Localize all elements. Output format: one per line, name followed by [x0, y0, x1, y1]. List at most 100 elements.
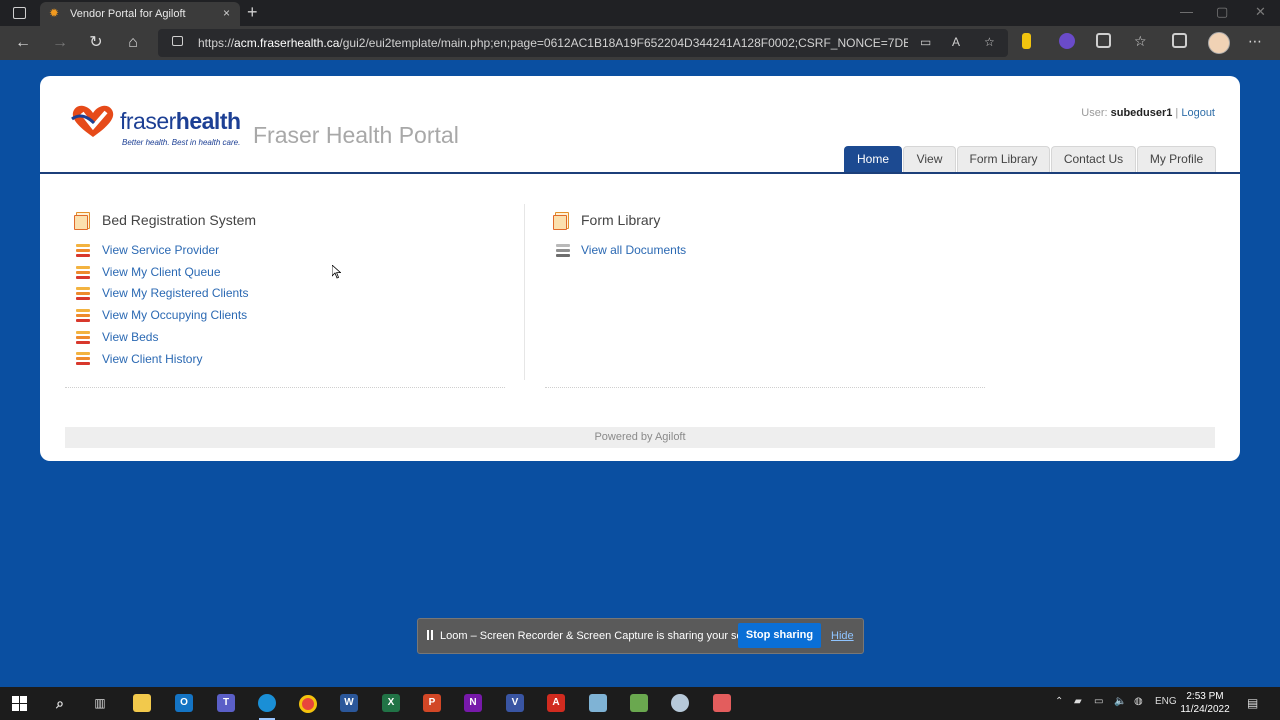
windows-start-icon[interactable]: [12, 696, 28, 712]
search-icon[interactable]: ⌕: [51, 694, 69, 712]
column-separator: [524, 204, 525, 380]
more-menu-icon[interactable]: ⋯: [1248, 33, 1262, 50]
documents-icon: [74, 212, 90, 230]
tab-title: Vendor Portal for Agiloft: [70, 8, 186, 20]
agiloft-favicon-icon: ✹: [49, 6, 60, 20]
forward-icon[interactable]: →: [49, 32, 71, 54]
notifications-icon[interactable]: ▤: [1247, 696, 1258, 710]
back-icon[interactable]: ←: [12, 32, 34, 54]
database-icon: [76, 244, 90, 257]
tray-app-icon[interactable]: ▰: [1074, 696, 1082, 707]
favorite-add-icon[interactable]: ☆: [984, 35, 995, 49]
tab-contact-us[interactable]: Contact Us: [1051, 146, 1136, 172]
network-icon[interactable]: ◍: [1134, 696, 1143, 707]
show-hidden-icons-icon[interactable]: ⌃: [1055, 696, 1063, 707]
database-icon: [76, 309, 90, 322]
user-separator: |: [1175, 107, 1179, 119]
task-view-icon[interactable]: ▥: [91, 694, 109, 712]
loom-sharing-bar: Loom – Screen Recorder & Screen Capture …: [417, 618, 864, 654]
browser-titlebar: ✹ Vendor Portal for Agiloft × + — ▢ ✕: [0, 0, 1280, 26]
close-window-icon[interactable]: ✕: [1255, 4, 1266, 20]
database-icon: [76, 352, 90, 365]
clock[interactable]: 2:53 PM 11/24/2022: [1180, 690, 1230, 716]
username: subeduser1: [1110, 107, 1173, 119]
user-label: User:: [1081, 107, 1108, 119]
teams-icon[interactable]: T: [217, 694, 235, 712]
language-indicator[interactable]: ENG: [1155, 696, 1177, 707]
view-client-history-link[interactable]: View Client History: [102, 352, 202, 366]
collections-icon[interactable]: [1172, 33, 1187, 48]
battery-icon[interactable]: ▭: [1094, 696, 1103, 707]
app-icon[interactable]: [671, 694, 689, 712]
address-bar[interactable]: https://acm.fraserhealth.ca/gui2/eui2tem…: [158, 29, 1008, 57]
browser-toolbar: ← → ↻ ⌂ https://acm.fraserhealth.ca/gui2…: [0, 26, 1280, 60]
view-registered-clients-link[interactable]: View My Registered Clients: [102, 286, 249, 300]
close-tab-icon[interactable]: ×: [223, 6, 230, 20]
database-icon: [76, 287, 90, 300]
form-library-heading: Form Library: [581, 212, 661, 228]
onenote-icon[interactable]: N: [464, 694, 482, 712]
time: 2:53 PM: [1186, 691, 1224, 702]
chrome-icon[interactable]: [299, 695, 317, 713]
section-divider: [545, 387, 985, 388]
notepad-icon[interactable]: [630, 694, 648, 712]
minimize-icon[interactable]: —: [1180, 4, 1193, 19]
word-icon[interactable]: W: [340, 694, 358, 712]
tab-home[interactable]: Home: [844, 146, 902, 172]
maximize-icon[interactable]: ▢: [1216, 4, 1228, 20]
extension-yellow-icon[interactable]: [1022, 33, 1031, 49]
outlook-icon[interactable]: O: [175, 694, 193, 712]
file-explorer-icon[interactable]: [133, 694, 151, 712]
favorites-icon[interactable]: ☆: [1134, 33, 1150, 49]
tab-actions-icon[interactable]: [13, 7, 26, 19]
view-occupying-clients-link[interactable]: View My Occupying Clients: [102, 308, 247, 322]
logout-link[interactable]: Logout: [1181, 107, 1215, 119]
acrobat-icon[interactable]: A: [547, 694, 565, 712]
pause-icon[interactable]: [427, 630, 433, 640]
footer-powered-by: Powered by Agiloft: [65, 427, 1215, 448]
edge-icon[interactable]: [258, 694, 276, 712]
loom-message: Loom – Screen Recorder & Screen Capture …: [440, 630, 768, 642]
tab-my-profile[interactable]: My Profile: [1137, 146, 1216, 172]
excel-icon[interactable]: X: [382, 694, 400, 712]
tab-view[interactable]: View: [903, 146, 956, 172]
database-icon: [76, 331, 90, 344]
snip-tool-icon[interactable]: [713, 694, 731, 712]
section-divider: [65, 387, 505, 388]
url-text[interactable]: https://acm.fraserhealth.ca/gui2/eui2tem…: [198, 36, 908, 50]
camera-icon[interactable]: ▭: [920, 35, 931, 49]
volume-icon[interactable]: 🔈: [1114, 696, 1126, 707]
database-grey-icon: [556, 244, 570, 257]
extensions-icon[interactable]: [1096, 33, 1111, 48]
stop-sharing-button[interactable]: Stop sharing: [738, 623, 821, 648]
extension-loom-icon[interactable]: [1059, 33, 1075, 49]
logo-tagline: Better health. Best in health care.: [122, 138, 241, 147]
refresh-icon[interactable]: ↻: [85, 32, 107, 54]
app-icon[interactable]: [589, 694, 607, 712]
portal-title: Fraser Health Portal: [253, 122, 459, 148]
read-aloud-icon[interactable]: A: [952, 35, 960, 49]
documents-icon: [553, 212, 569, 230]
powerpoint-icon[interactable]: P: [423, 694, 441, 712]
hide-link[interactable]: Hide: [831, 630, 854, 642]
visio-icon[interactable]: V: [506, 694, 524, 712]
lock-icon[interactable]: [172, 36, 183, 46]
user-bar: User: subeduser1 | Logout: [1081, 107, 1215, 119]
new-tab-icon[interactable]: +: [247, 2, 258, 23]
view-client-queue-link[interactable]: View My Client Queue: [102, 265, 221, 279]
view-all-documents-link[interactable]: View all Documents: [581, 243, 686, 257]
database-icon: [76, 266, 90, 279]
view-service-provider-link[interactable]: View Service Provider: [102, 243, 219, 257]
browser-tab[interactable]: ✹ Vendor Portal for Agiloft ×: [40, 2, 240, 26]
profile-avatar[interactable]: [1208, 32, 1230, 54]
portal-card: fraserhealth Better health. Best in heal…: [40, 76, 1240, 461]
home-icon[interactable]: ⌂: [122, 32, 144, 54]
view-beds-link[interactable]: View Beds: [102, 330, 158, 344]
bed-registration-heading: Bed Registration System: [102, 212, 257, 228]
heart-logo-icon: [71, 105, 114, 137]
tab-form-library[interactable]: Form Library: [957, 146, 1050, 172]
windows-taskbar: ⌕ ▥ O T W X P N V A ⌃ ▰ ▭ 🔈 ◍ ENG 2:53 P…: [0, 687, 1280, 720]
date: 11/24/2022: [1180, 704, 1230, 715]
mouse-cursor-icon: [332, 265, 341, 279]
logo-wordmark: fraserhealth: [120, 108, 241, 134]
